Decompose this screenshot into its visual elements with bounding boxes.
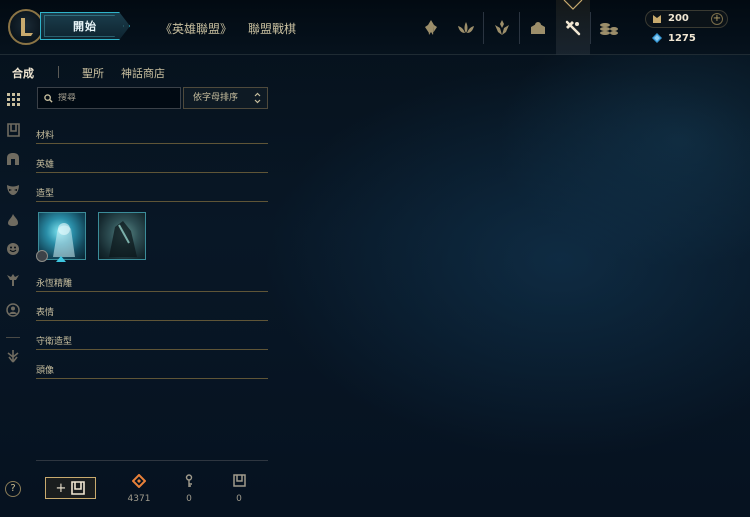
arrow-icon[interactable]: [5, 348, 21, 364]
category-divider: [36, 172, 268, 173]
chest-count-icon: [231, 474, 247, 488]
category-ward-skins[interactable]: 守衛造型: [36, 334, 268, 348]
rail-divider: [6, 337, 20, 338]
category-divider: [36, 291, 268, 292]
tab-sanctum[interactable]: 聖所: [82, 65, 104, 81]
category-eternals[interactable]: 永恆精雕: [36, 276, 268, 290]
search-input[interactable]: [58, 93, 168, 103]
chest-icon: [71, 481, 86, 495]
category-divider: [36, 320, 268, 321]
ranked-emblem-icon[interactable]: [484, 10, 520, 46]
search-icon: [44, 93, 53, 103]
flame-icon[interactable]: [5, 212, 21, 228]
skin-card[interactable]: [98, 212, 146, 260]
category-emotes[interactable]: 表情: [36, 305, 268, 319]
top-bar: 開始 《英雄聯盟》 聯盟戰棋 200 + 1275: [0, 0, 750, 55]
blue-essence-icon: [652, 33, 662, 43]
collection-icon[interactable]: [520, 10, 556, 46]
ward-icon[interactable]: [5, 272, 21, 288]
rp-value: 200: [668, 13, 689, 24]
buy-rp-icon[interactable]: +: [711, 13, 723, 25]
emote-face-icon[interactable]: [5, 241, 21, 257]
category-champions[interactable]: 英雄: [36, 157, 268, 171]
category-divider: [36, 201, 268, 202]
rarity-marker-icon: [56, 256, 66, 262]
chests-value: 0: [236, 494, 242, 504]
plus-icon: +: [55, 480, 67, 496]
orange-essence-value: 4371: [127, 494, 151, 504]
league-logo-icon[interactable]: [8, 9, 44, 45]
tab-mythic-shop[interactable]: 神話商店: [121, 65, 165, 81]
profile-icon[interactable]: [5, 302, 21, 318]
category-icons[interactable]: 頭像: [36, 363, 268, 377]
helmet-icon[interactable]: [5, 151, 21, 167]
help-icon[interactable]: ?: [5, 481, 21, 497]
footer-divider: [36, 460, 268, 461]
home-crest-icon[interactable]: [413, 10, 449, 46]
chest-icon[interactable]: [5, 122, 21, 138]
riot-points-icon: [653, 15, 661, 23]
nav-link-tft[interactable]: 聯盟戰棋: [248, 20, 296, 37]
category-divider: [36, 143, 268, 144]
search-box[interactable]: [37, 87, 181, 109]
keys-value: 0: [186, 494, 192, 504]
store-coins-icon[interactable]: [591, 10, 627, 46]
add-chest-button[interactable]: +: [45, 477, 96, 499]
category-divider: [36, 378, 268, 379]
category-skins[interactable]: 造型: [36, 186, 268, 200]
chevron-updown-icon: [254, 92, 261, 104]
skin-upgrade-badge-icon: [36, 250, 48, 262]
grid-icon[interactable]: [5, 91, 21, 107]
lotus-icon[interactable]: [448, 10, 484, 46]
category-divider: [36, 349, 268, 350]
category-materials[interactable]: 材料: [36, 128, 268, 142]
tab-crafting[interactable]: 合成: [12, 65, 34, 81]
loot-hammer-icon[interactable]: [555, 10, 591, 46]
play-button[interactable]: 開始: [40, 12, 130, 40]
tab-separator: [58, 66, 59, 78]
sort-dropdown[interactable]: 依字母排序: [183, 87, 268, 109]
key-icon: [181, 474, 197, 488]
mask-icon[interactable]: [5, 182, 21, 198]
play-button-label: 開始: [73, 20, 97, 33]
nav-link-league[interactable]: 《英雄聯盟》: [160, 20, 232, 37]
blue-essence-value: 1275: [668, 33, 696, 44]
active-caret-icon: [563, 0, 583, 10]
orange-essence-icon: [131, 474, 147, 488]
sort-selected-value: 依字母排序: [193, 93, 239, 103]
